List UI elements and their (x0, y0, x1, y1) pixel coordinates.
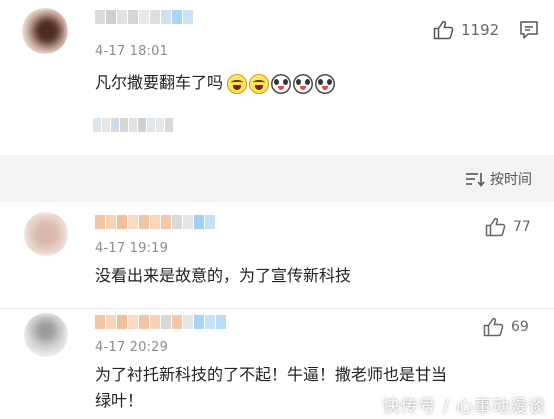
laugh-cry-emoji (227, 73, 248, 94)
watermark: 快传号 / 心事动漫谈 (382, 397, 546, 417)
avatar[interactable] (22, 8, 68, 54)
reply-preview-pixelated[interactable] (93, 118, 173, 132)
sort-by-time-button[interactable]: 按时间 (465, 169, 532, 189)
sort-bar: 按时间 (0, 155, 554, 202)
comment-time: 4-17 18:01 (95, 44, 169, 59)
laugh-cry-emoji (249, 73, 270, 94)
emoji-row (227, 73, 336, 94)
sort-label: 按时间 (490, 172, 532, 188)
like-count: 69 (511, 319, 529, 335)
username-pixelated[interactable] (95, 315, 226, 329)
comment-item: 4-17 19:19 没看出来是故意的，为了宣传新科技 77 (0, 202, 554, 308)
thumbs-up-icon (485, 217, 506, 237)
like-button[interactable]: 77 (485, 217, 531, 237)
avatar[interactable] (24, 212, 68, 256)
sort-icon (466, 173, 485, 187)
comment-time: 4-17 20:29 (95, 340, 169, 355)
username-pixelated[interactable] (95, 10, 193, 24)
comment-text-body: 凡尔撒要翻车了吗 (95, 73, 224, 92)
like-button[interactable]: 1192 (433, 20, 499, 40)
reply-icon[interactable] (518, 19, 540, 41)
comment-text: 没看出来是故意的，为了宣传新科技 (95, 266, 352, 285)
comment-time: 4-17 19:19 (95, 241, 169, 256)
comment-text-line: 为了衬托新科技的了不起！牛逼！撒老师也是甘当 (95, 365, 448, 384)
panda-emoji (293, 73, 314, 94)
thumbs-up-icon (483, 317, 504, 337)
like-count: 1192 (461, 21, 500, 39)
comment-text: 凡尔撒要翻车了吗 (95, 70, 336, 96)
avatar[interactable] (24, 313, 68, 357)
like-button[interactable]: 69 (483, 317, 529, 337)
panda-emoji (315, 73, 336, 94)
panda-emoji (271, 73, 292, 94)
username-pixelated[interactable] (95, 215, 215, 229)
pinned-comment: 4-17 18:01 凡尔撒要翻车了吗 1192 (0, 0, 554, 155)
like-count: 77 (513, 219, 531, 235)
thumbs-up-icon (433, 20, 454, 40)
